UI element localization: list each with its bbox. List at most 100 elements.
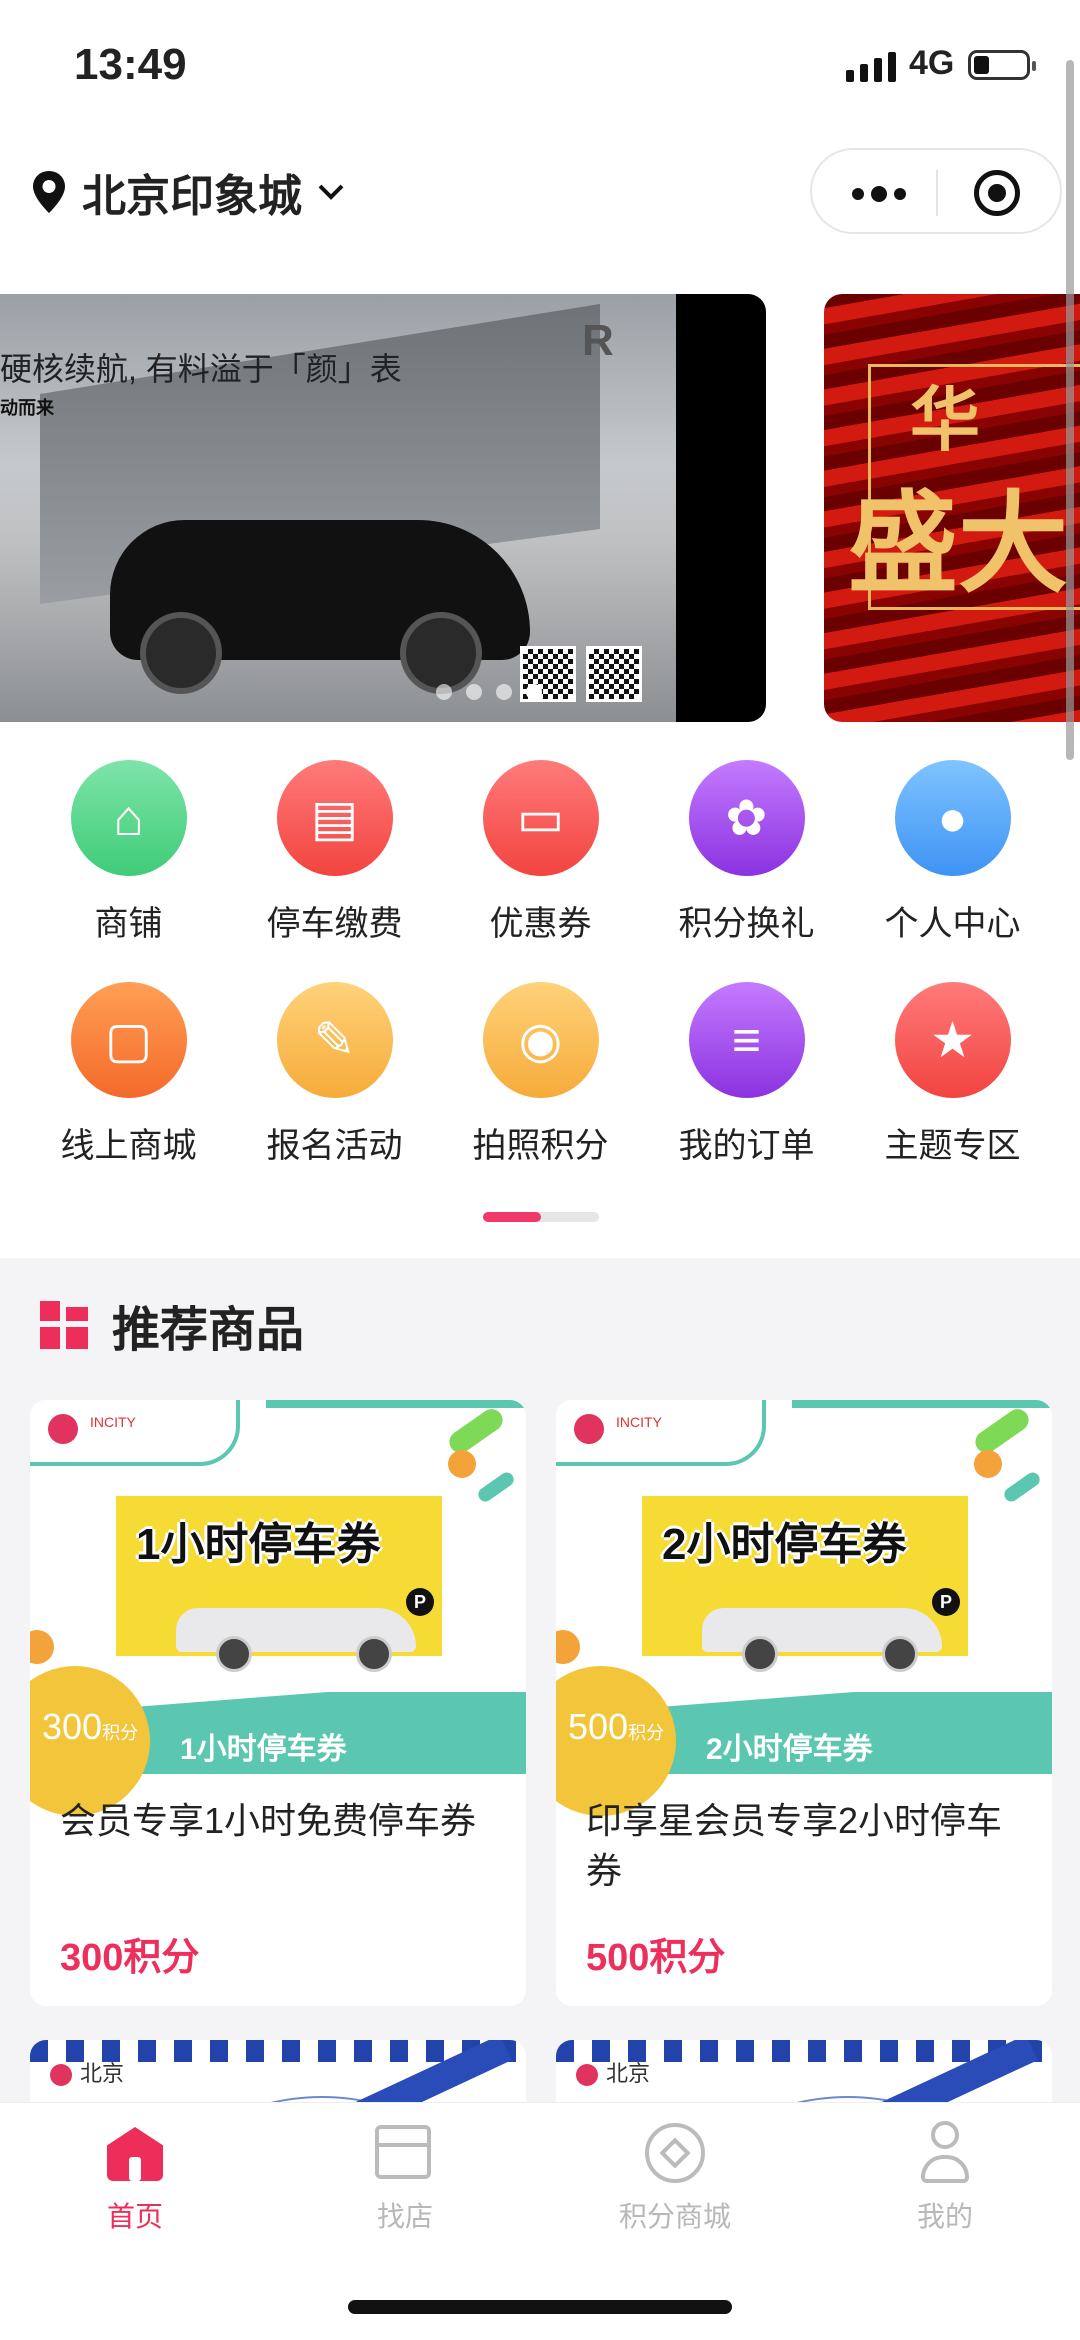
status-bar: 13:49 4G: [0, 0, 1080, 130]
mall-logo: 北京: [50, 2056, 124, 2088]
points-badge-unit: 积分: [628, 1723, 665, 1743]
grid-item-label: 报名活动: [266, 1127, 403, 1165]
grid-glyph: ✎: [313, 1012, 356, 1068]
grid-item[interactable]: ★ 主题专区: [850, 982, 1055, 1167]
banner-dot[interactable]: [496, 684, 512, 700]
camera-icon: ◉: [482, 982, 599, 1098]
grid-item[interactable]: ▤ 停车缴费: [232, 760, 437, 945]
grid-glyph: ●: [937, 790, 968, 846]
product-price: 500积分: [586, 1937, 726, 1979]
battery-icon: [968, 50, 1036, 80]
tab-label: 我的: [916, 2201, 973, 2232]
banner-slide-festival[interactable]: 华 盛大: [824, 294, 1080, 722]
location-pin-icon: [33, 171, 65, 213]
grid-glyph: ⌂: [113, 790, 144, 846]
shop-icon: [375, 2125, 431, 2179]
grid-page-indicator: [483, 1212, 599, 1222]
recommend-header: 推荐商品: [40, 1290, 304, 1360]
location-selector[interactable]: 北京印象城: [30, 160, 346, 224]
home-indicator[interactable]: [348, 2300, 732, 2314]
grid-item-label: 积分换礼: [678, 905, 815, 943]
product-price: 300积分: [60, 1937, 200, 1979]
banner-pagination: [436, 684, 542, 700]
profile-icon: [921, 2121, 969, 2185]
product-band-text: 1小时停车券: [180, 1733, 347, 1766]
poster-text: 1小时停车券: [136, 1520, 381, 1569]
points-mall-icon: [645, 2123, 705, 2183]
user-icon: ●: [894, 760, 1011, 876]
chevron-down-icon: [318, 184, 344, 200]
points-badge: 500积分: [568, 1706, 664, 1748]
home-icon: [107, 2127, 163, 2181]
poster-text: 2小时停车券: [662, 1520, 907, 1569]
banner-subline: 动而来: [0, 398, 54, 418]
grid-item[interactable]: ● 个人中心: [850, 760, 1055, 945]
grid-glyph: ≡: [731, 1012, 762, 1068]
grid-page-indicator-active: [483, 1212, 541, 1222]
banner-dot[interactable]: [436, 684, 452, 700]
grid-item-label: 线上商城: [60, 1127, 197, 1165]
parking-sign-icon: P: [932, 1588, 960, 1616]
grid-squares-icon: [40, 1301, 88, 1349]
grid-glyph: ✿: [725, 790, 768, 846]
grid-item[interactable]: ◉ 拍照积分: [438, 982, 643, 1167]
grid-item[interactable]: ✎ 报名活动: [232, 982, 437, 1167]
parking-poster: 1小时停车券 P: [116, 1496, 442, 1672]
coupon-icon: ▭: [482, 760, 599, 876]
banner-edge: [676, 294, 766, 722]
location-name: 北京印象城: [82, 172, 302, 221]
grid-item[interactable]: ▭ 优惠券: [438, 760, 643, 945]
close-miniprogram-icon[interactable]: [974, 170, 1020, 216]
page-scrollbar[interactable]: [1066, 60, 1074, 760]
order-icon: ≡: [688, 982, 805, 1098]
grid-item[interactable]: ▢ 线上商城: [26, 982, 231, 1167]
tab-profile[interactable]: 我的: [810, 2121, 1080, 2235]
more-menu-icon[interactable]: [852, 186, 906, 202]
banner-dot[interactable]: [526, 684, 542, 700]
grid-item[interactable]: ✿ 积分换礼: [644, 760, 849, 945]
parking-sign-icon: P: [406, 1588, 434, 1616]
grid-item[interactable]: ≡ 我的订单: [644, 982, 849, 1167]
tab-label: 找店: [376, 2201, 433, 2232]
tab-label: 首页: [106, 2201, 163, 2232]
tulip-icon: ✿: [688, 760, 805, 876]
shopping-bag-icon: ▢: [70, 982, 187, 1098]
grid-item-label: 个人中心: [884, 905, 1021, 943]
status-time: 13:49: [74, 40, 187, 89]
product-image: INCITY 2小时停车券 P 2小时停车券 500积分: [556, 1400, 1052, 1816]
product-image: INCITY 1小时停车券 P 1小时停车券 300积分: [30, 1400, 526, 1816]
banner-car-wheel: [140, 612, 222, 694]
grid-glyph: ★: [930, 1012, 975, 1068]
product-card[interactable]: INCITY 2小时停车券 P 2小时停车券 500积分 印享星会员专享2小时停…: [556, 1400, 1052, 2006]
peek-label: 北京: [606, 2061, 651, 2086]
banner-headline: 硬核续航, 有料溢于「颜」表: [0, 351, 402, 387]
grid-glyph: ▭: [516, 790, 565, 846]
mall-logo: INCITY: [556, 1400, 766, 1466]
banner-slide-car[interactable]: 硬核续航, 有料溢于「颜」表 动而来 R: [0, 294, 766, 722]
miniprogram-capsule: [810, 148, 1062, 234]
tab-find-store[interactable]: 找店: [270, 2121, 540, 2235]
points-badge-value: 300: [42, 1706, 103, 1747]
store-icon: ⌂: [70, 760, 187, 876]
grid-item-label: 停车缴费: [266, 905, 403, 943]
banner-brand-logo: R: [582, 316, 614, 365]
parking-poster: 2小时停车券 P: [642, 1496, 968, 1672]
product-band-text: 2小时停车券: [706, 1733, 873, 1766]
top-section: 13:49 4G 北京印象城 硬核续航, 有料溢于「颜」表 动而来 R 华 盛大…: [0, 0, 1080, 1258]
grid-item[interactable]: ⌂ 商铺: [26, 760, 231, 945]
tab-points-mall[interactable]: 积分商城: [540, 2121, 810, 2235]
banner-festival-title: 华: [910, 378, 1000, 461]
product-card[interactable]: INCITY 1小时停车券 P 1小时停车券 300积分 会员专享1小时免费停车…: [30, 1400, 526, 2006]
grid-glyph: ▢: [104, 1012, 153, 1068]
tab-home[interactable]: 首页: [0, 2121, 270, 2235]
car-icon: ▤: [276, 760, 393, 876]
network-label: 4G: [909, 44, 955, 82]
mall-logo: INCITY: [30, 1400, 240, 1466]
banner-festival-subtitle: 盛大: [848, 479, 1068, 608]
tab-label: 积分商城: [618, 2201, 731, 2232]
points-badge-unit: 积分: [102, 1723, 139, 1743]
peek-label: 北京: [80, 2061, 125, 2086]
grid-item-label: 主题专区: [884, 1127, 1021, 1165]
banner-dot[interactable]: [466, 684, 482, 700]
grid-item-label: 拍照积分: [472, 1127, 609, 1165]
